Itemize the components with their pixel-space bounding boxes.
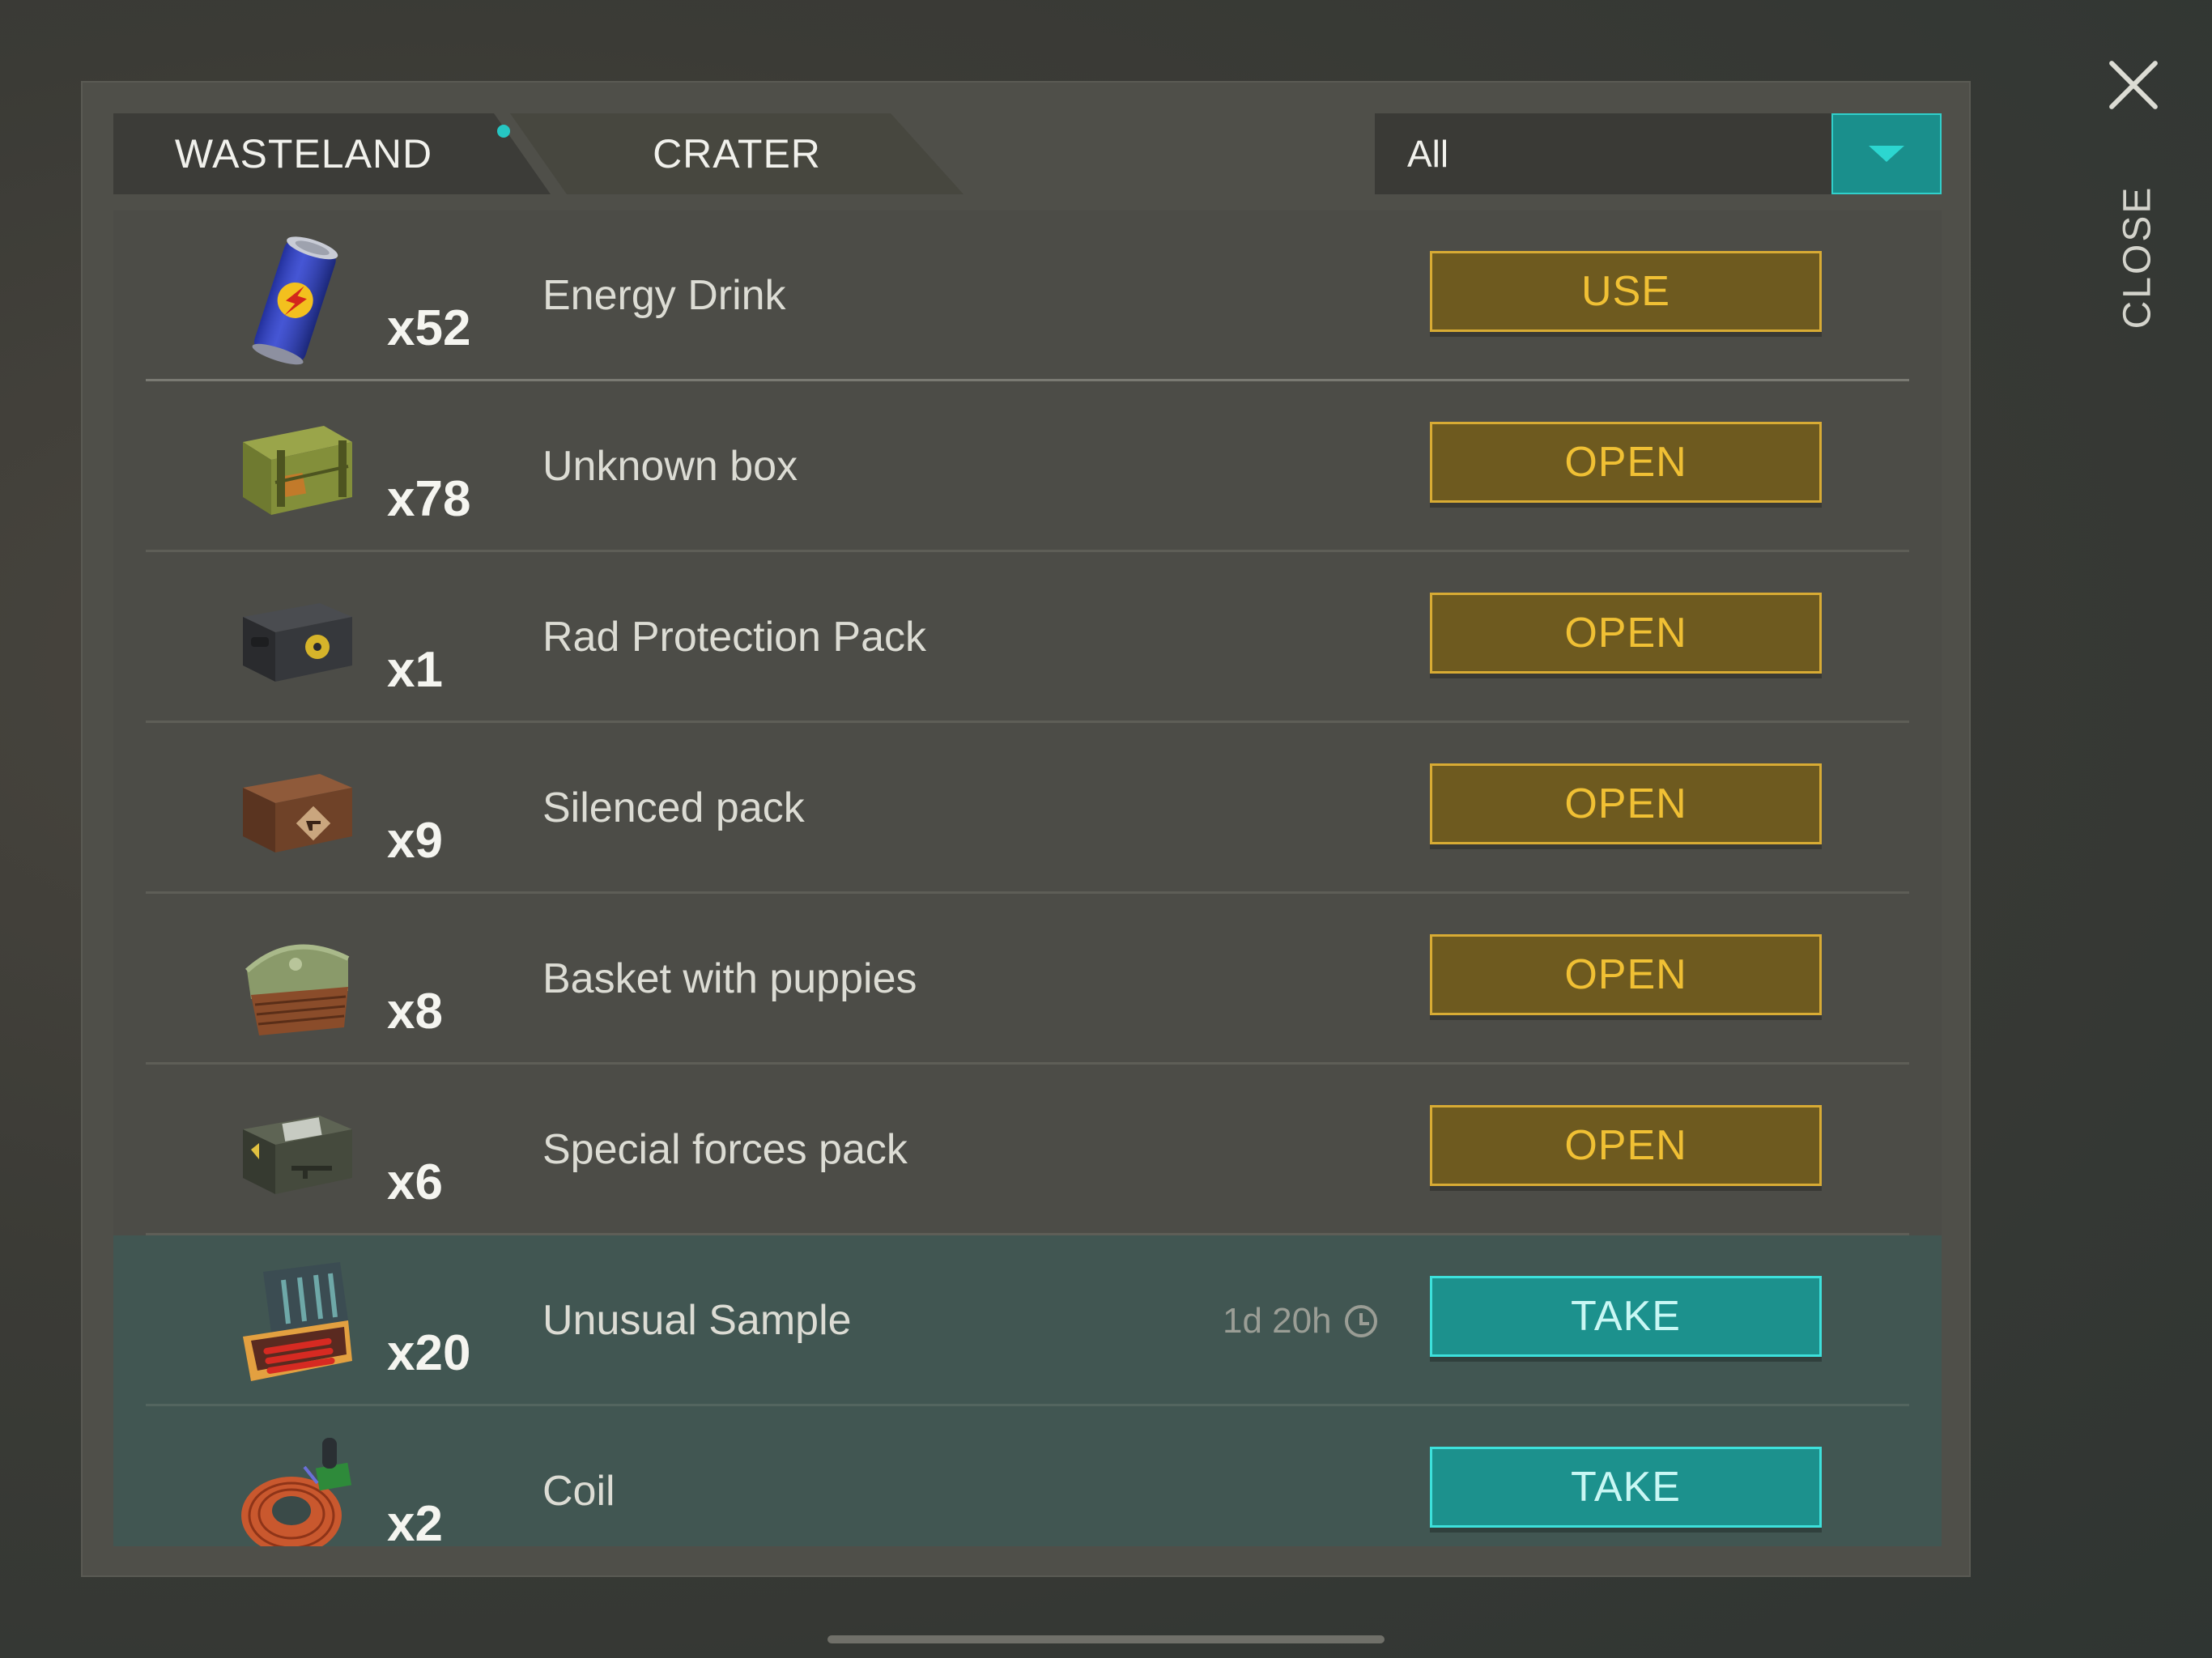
list-item: x9 Silenced pack OPEN (113, 723, 1942, 894)
home-indicator[interactable] (827, 1635, 1385, 1643)
tab-bar: CRATER WASTELAND (113, 113, 1020, 194)
tab-crater-label: CRATER (653, 131, 821, 176)
item-quantity: x52 (387, 300, 471, 356)
item-quantity: x9 (387, 813, 443, 869)
list-item: x1 Rad Protection Pack OPEN (113, 552, 1942, 723)
sample-case-icon (243, 1262, 352, 1381)
green-crate-icon (243, 426, 352, 515)
timer-text: 1d 20h (1223, 1300, 1332, 1341)
timer: 1d 20h (1223, 1235, 1377, 1406)
take-button[interactable]: TAKE (1430, 1276, 1822, 1357)
item-name: Coil (542, 1468, 615, 1515)
list-item: x78 Unknown box OPEN (113, 381, 1942, 552)
black-rad-case-icon (243, 603, 352, 682)
dropdown-button[interactable] (1831, 113, 1942, 194)
dropdown-triangle-icon (1869, 146, 1904, 162)
item-name: Energy Drink (542, 272, 786, 319)
use-button[interactable]: USE (1430, 251, 1822, 332)
take-button[interactable]: TAKE (1430, 1447, 1822, 1528)
list-item: x6 Special forces pack OPEN (113, 1065, 1942, 1235)
open-button[interactable]: OPEN (1430, 934, 1822, 1015)
item-name: Unusual Sample (542, 1297, 852, 1344)
clock-icon (1344, 1304, 1377, 1337)
open-button[interactable]: OPEN (1430, 593, 1822, 674)
list-item: x8 Basket with puppies OPEN (113, 894, 1942, 1065)
open-button[interactable]: OPEN (1430, 422, 1822, 503)
item-name: Silenced pack (542, 784, 805, 831)
item-quantity: x8 (387, 984, 443, 1039)
close-label-text: CLOSE (2116, 185, 2159, 329)
tab-crater[interactable]: CRATER (510, 113, 963, 194)
military-case-icon (243, 1116, 352, 1194)
list-item: x52 Energy Drink USE (113, 210, 1942, 381)
puppy-basket-icon (245, 944, 350, 1035)
inventory-panel: CRATER WASTELAND All x52 Energy Drink US… (81, 81, 1971, 1577)
item-name: Unknown box (542, 443, 798, 490)
item-quantity: x6 (387, 1154, 443, 1210)
energy-drink-can-icon (252, 236, 338, 365)
tab-wasteland[interactable]: WASTELAND (113, 113, 551, 194)
item-quantity: x2 (387, 1496, 443, 1546)
item-quantity: x1 (387, 642, 443, 698)
close-label[interactable]: CLOSE (2097, 162, 2178, 348)
item-list[interactable]: x52 Energy Drink USE x78 Unknown box OPE… (113, 210, 1942, 1546)
notification-dot (497, 125, 510, 138)
close-button[interactable]: CLOSE (2097, 57, 2194, 329)
copper-coil-icon (241, 1438, 352, 1546)
tab-wasteland-label: WASTELAND (174, 131, 433, 176)
item-quantity: x20 (387, 1325, 471, 1381)
close-x-icon[interactable] (2105, 57, 2162, 113)
list-item: x20 Unusual Sample 1d 20h TAKE (113, 1235, 1942, 1406)
open-button[interactable]: OPEN (1430, 763, 1822, 844)
filter-dropdown[interactable]: All (1375, 113, 1942, 194)
item-name: Special forces pack (542, 1126, 908, 1173)
item-name: Rad Protection Pack (542, 614, 927, 661)
brown-crate-icon (243, 774, 352, 852)
item-quantity: x78 (387, 471, 471, 527)
open-button[interactable]: OPEN (1430, 1105, 1822, 1186)
filter-value: All (1407, 133, 1449, 175)
item-name: Basket with puppies (542, 955, 917, 1002)
list-item: x2 Coil TAKE (113, 1406, 1942, 1546)
